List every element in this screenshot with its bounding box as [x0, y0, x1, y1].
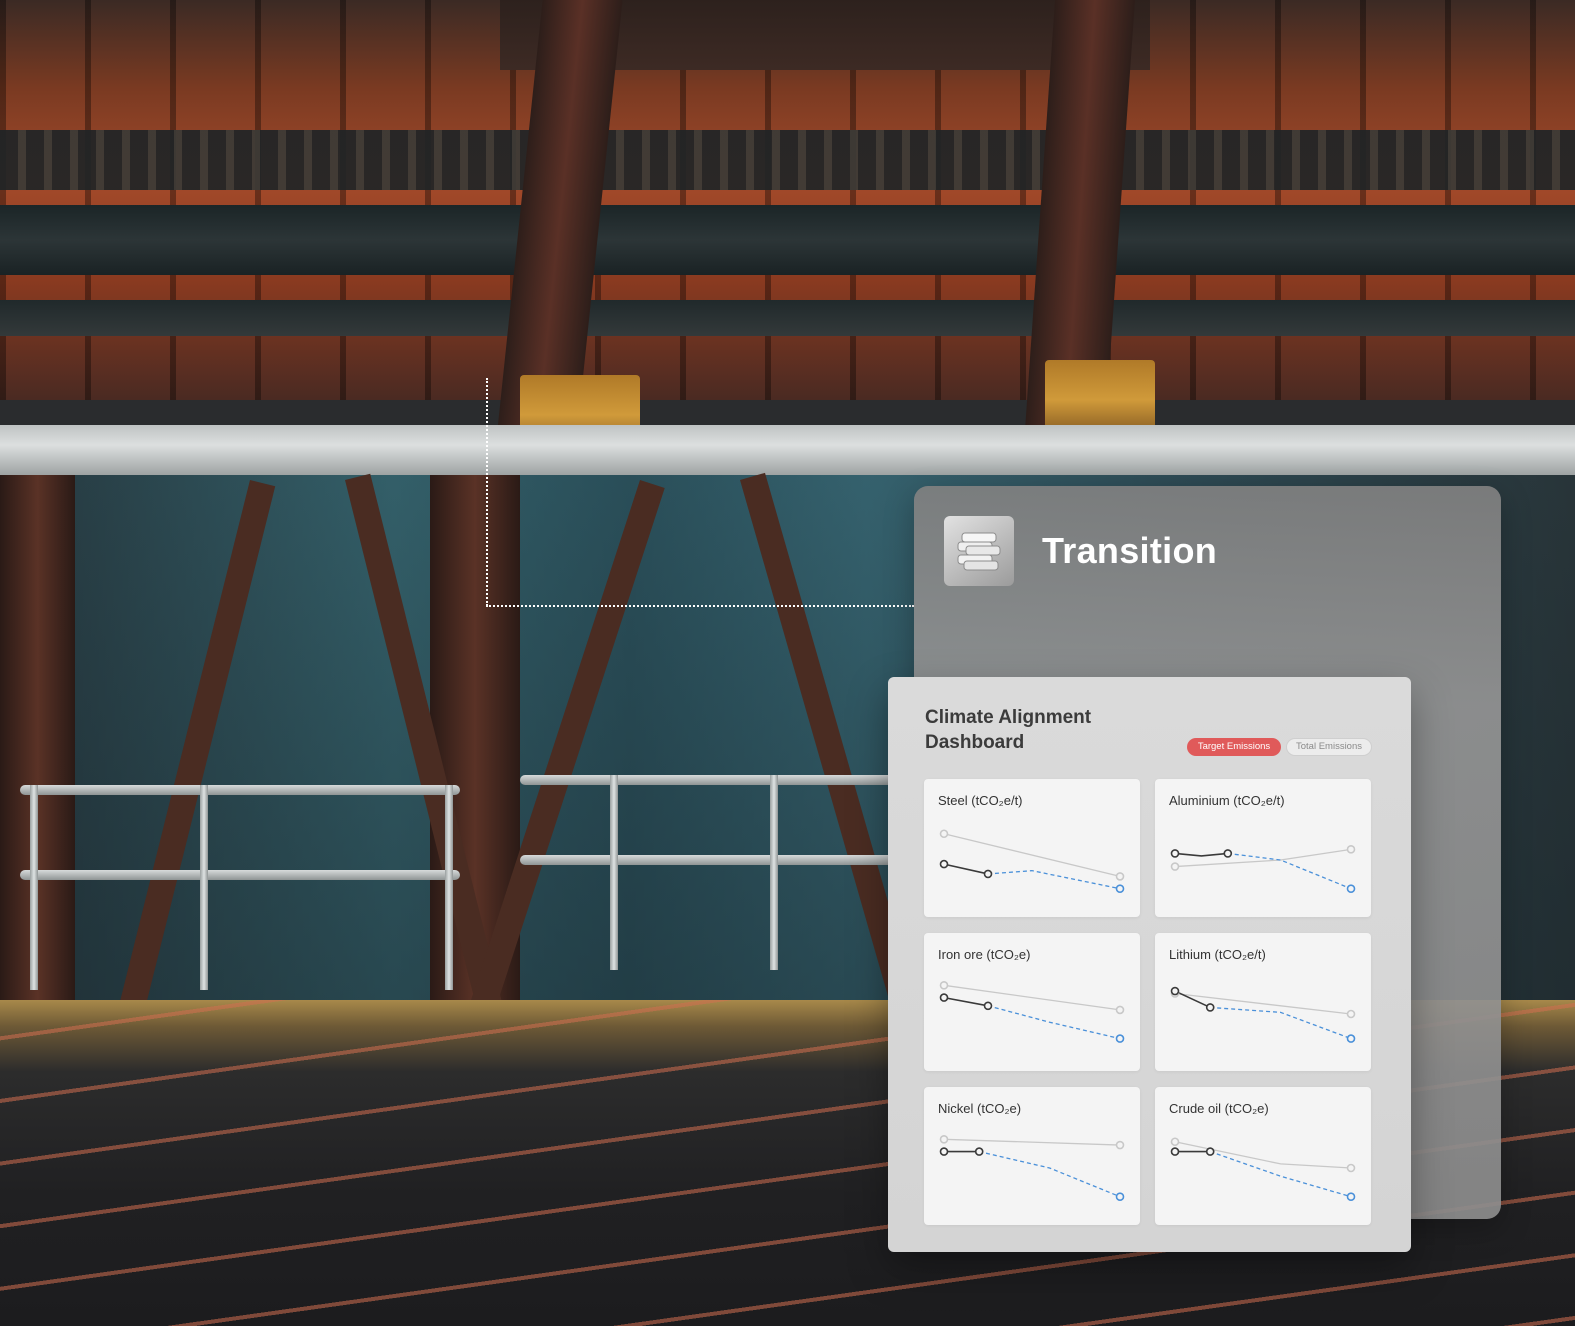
metal-bars-icon [944, 516, 1014, 586]
actual-point [983, 1001, 993, 1011]
actual-point [939, 1147, 949, 1156]
total-start-point [939, 980, 949, 990]
transition-title: Transition [1042, 530, 1218, 571]
crude-oil-sparkline [1170, 1137, 1356, 1201]
rail-post [770, 775, 778, 970]
total-start-point [1170, 1137, 1180, 1147]
actual-point [1170, 849, 1180, 858]
metric-card-nickel[interactable]: Nickel (tCO₂e) [924, 1087, 1140, 1225]
actual-point [1170, 986, 1180, 996]
target-line [979, 1150, 1121, 1198]
nickel-sparkline [939, 1134, 1125, 1201]
guard-rail [20, 870, 460, 880]
metric-card-crude-oil[interactable]: Crude oil (tCO₂e) [1155, 1087, 1371, 1225]
total-line [943, 984, 1121, 1011]
total-end-point [1346, 845, 1356, 854]
white-crossbeam [0, 425, 1575, 475]
target-emissions-toggle[interactable]: Target Emissions [1187, 738, 1281, 756]
total-line [1174, 1141, 1352, 1169]
actual-point [983, 869, 993, 879]
target-end-point [1346, 1192, 1356, 1201]
climate-alignment-dashboard: Climate Alignment Dashboard Target Emiss… [888, 677, 1411, 1252]
aluminium-sparkline [1170, 845, 1356, 893]
target-line [1209, 1150, 1352, 1198]
actual-point [1170, 1147, 1180, 1156]
target-line [987, 1005, 1121, 1040]
steel-beam [0, 205, 1575, 275]
actual-point [939, 859, 949, 869]
actual-point [939, 993, 949, 1002]
target-end-point [1346, 884, 1356, 893]
actual-point [1205, 1003, 1215, 1012]
total-emissions-toggle[interactable]: Total Emissions [1286, 738, 1372, 756]
metric-card-iron-ore[interactable]: Iron ore (tCO₂e) [924, 933, 1140, 1071]
iron-ore-sparkline [939, 980, 1125, 1043]
total-start-point [1170, 862, 1180, 871]
metric-card-lithium[interactable]: Lithium (tCO₂e/t) [1155, 933, 1371, 1071]
metric-card-aluminium[interactable]: Aluminium (tCO₂e/t) [1155, 779, 1371, 917]
actual-line [943, 996, 989, 1007]
connector-line-vertical [486, 378, 488, 606]
total-end-point [1346, 1009, 1356, 1019]
steel-sparkline [939, 829, 1125, 893]
total-line [943, 1138, 1121, 1146]
rail-post [200, 785, 208, 990]
target-line [987, 870, 1121, 890]
guard-rail [20, 785, 460, 795]
target-end-point [1115, 1192, 1125, 1201]
cathode-rack [0, 130, 1575, 190]
steel-beam-lower [0, 300, 1575, 336]
connector-line-horizontal [486, 605, 914, 607]
actual-point [974, 1147, 984, 1156]
total-end-point [1346, 1163, 1356, 1173]
metric-card-steel[interactable]: Steel (tCO₂e/t) [924, 779, 1140, 917]
total-start-point [939, 1134, 949, 1144]
target-end-point [1115, 1034, 1125, 1043]
target-end-point [1115, 884, 1125, 893]
dashboard-title: Climate Alignment Dashboard [925, 707, 1092, 753]
total-end-point [1115, 872, 1125, 881]
rail-post [30, 785, 38, 990]
rail-post [445, 785, 453, 990]
actual-point [1223, 849, 1233, 858]
actual-line [1174, 852, 1228, 857]
total-start-point [939, 829, 949, 839]
actual-point [1205, 1147, 1215, 1156]
total-end-point [1115, 1005, 1125, 1015]
actual-line [943, 863, 989, 875]
total-end-point [1115, 1140, 1125, 1150]
rail-post [610, 775, 618, 970]
guard-rail [520, 775, 900, 785]
target-end-point [1346, 1034, 1356, 1043]
guard-rail [520, 855, 900, 865]
actual-line [1174, 990, 1211, 1009]
lithium-sparkline [1170, 986, 1356, 1043]
